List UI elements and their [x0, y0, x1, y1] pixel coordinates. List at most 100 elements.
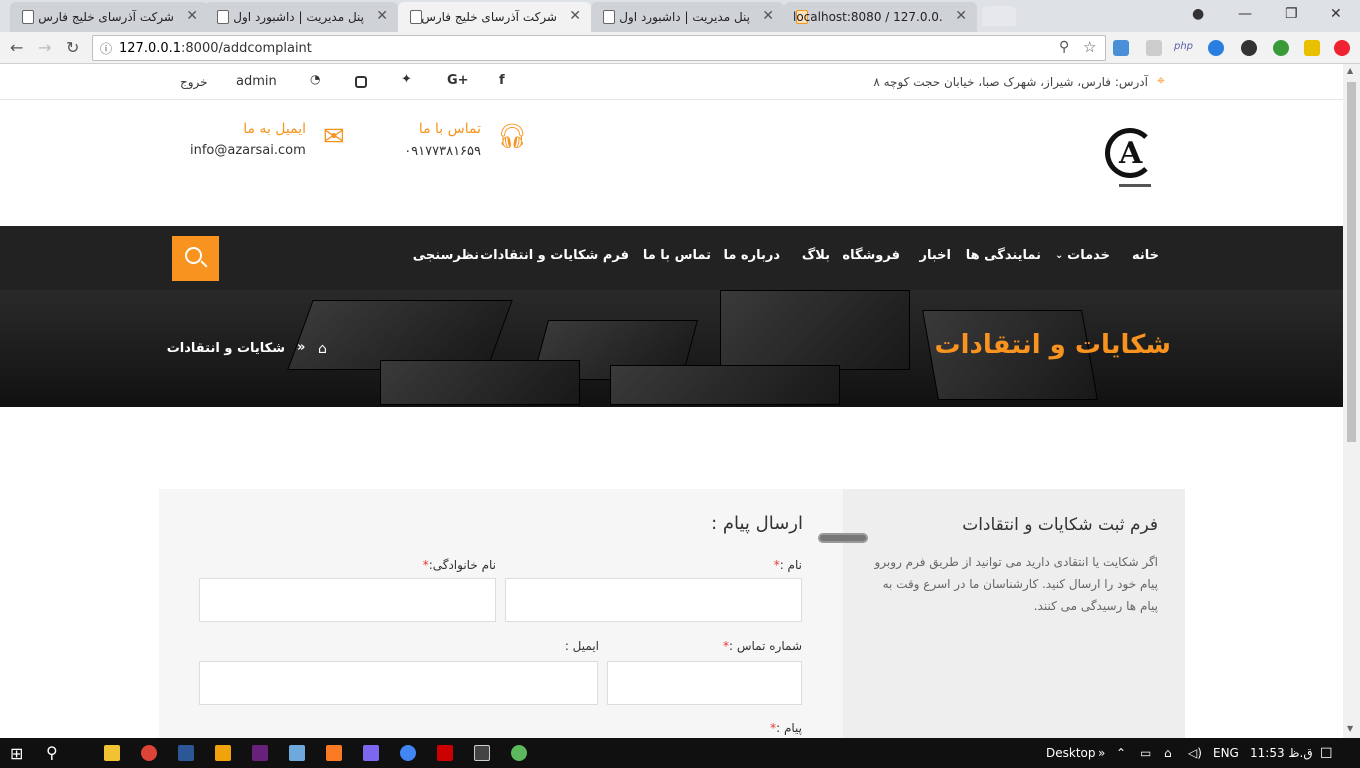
logout-link[interactable]: خروج: [180, 75, 208, 89]
nav-survey[interactable]: نظرسنجی: [413, 248, 479, 263]
chevron-icon[interactable]: »: [1098, 746, 1105, 760]
word-icon[interactable]: [178, 745, 194, 761]
paint-icon[interactable]: [511, 745, 527, 761]
tray-up-icon[interactable]: ⌃: [1116, 746, 1126, 760]
user-link[interactable]: admin: [236, 74, 277, 89]
browser-tabstrip: شرکت آذرسای خلیج فارس ✕ پنل مدیریت | داش…: [0, 0, 1360, 32]
email-input[interactable]: [199, 661, 598, 705]
phone-label: شماره تماس :*: [723, 639, 802, 653]
back-icon[interactable]: ←: [10, 38, 23, 57]
extension-icon[interactable]: [1146, 40, 1162, 56]
forward-icon[interactable]: →: [38, 38, 51, 57]
browser-tab-2[interactable]: پنل مدیریت | داشبورد اول ✕: [205, 2, 398, 32]
page-icon: [410, 10, 422, 24]
tab-title: پنل مدیریت | داشبورد اول: [619, 10, 750, 24]
nav-agencies[interactable]: نمایندگی ها: [966, 248, 1041, 263]
logo-letter: A: [1119, 136, 1143, 171]
file-explorer-icon[interactable]: [104, 745, 120, 761]
phone-input[interactable]: [607, 661, 802, 705]
scrollbar-thumb[interactable]: [1347, 82, 1356, 442]
chevron-down-icon[interactable]: ⌄: [1055, 250, 1063, 261]
scroll-down-icon[interactable]: ▼: [1347, 724, 1353, 733]
search-button[interactable]: [172, 236, 219, 281]
extension-icon[interactable]: [1113, 40, 1129, 56]
info-icon[interactable]: ⓘ: [100, 40, 112, 57]
nav-shop[interactable]: فروشگاه: [842, 248, 900, 263]
extension-icon[interactable]: [1334, 40, 1350, 56]
volume-icon[interactable]: ◁): [1188, 746, 1202, 760]
nav-about[interactable]: درباره ما: [723, 248, 780, 263]
top-info-bar: ⌖ آدرس: فارس، شیراز، شهرک صبا، خیابان حج…: [0, 64, 1343, 100]
close-icon[interactable]: ✕: [955, 8, 967, 24]
close-icon[interactable]: ✕: [762, 8, 774, 24]
reload-icon[interactable]: ↻: [66, 38, 79, 57]
media-player-icon[interactable]: [215, 745, 231, 761]
google-plus-icon[interactable]: G+: [447, 73, 469, 88]
minimize-icon[interactable]: —: [1238, 6, 1252, 22]
browser-toolbar: ← → ↻ ⓘ 127.0.0.1:8000/addcomplaint ⚲ ☆ …: [0, 32, 1360, 64]
tab-title: localhost:8080 / 127.0.0.1: [793, 10, 943, 24]
scroll-up-icon[interactable]: ▲: [1347, 66, 1353, 75]
extension-icon[interactable]: [1241, 40, 1257, 56]
extension-icon[interactable]: [1273, 40, 1289, 56]
extension-icon[interactable]: [1304, 40, 1320, 56]
rss-icon[interactable]: ◔: [310, 72, 320, 86]
nav-home[interactable]: خانه: [1132, 248, 1159, 263]
contact-phone: ۰۹۱۷۷۳۸۱۶۵۹: [404, 144, 481, 159]
zoom-search-icon[interactable]: ⚲: [1059, 39, 1069, 55]
first-name-input[interactable]: [505, 578, 802, 622]
hero-bg-shape: [610, 365, 840, 405]
search-icon[interactable]: ⚲: [46, 743, 58, 762]
browser-tab-1[interactable]: شرکت آذرسای خلیج فارس ✕: [10, 2, 208, 32]
close-icon[interactable]: ✕: [569, 8, 581, 24]
desktop-toolbar[interactable]: Desktop: [1046, 746, 1096, 760]
battery-icon[interactable]: ▭: [1140, 746, 1151, 760]
extension-icon[interactable]: [1208, 40, 1224, 56]
notifications-icon[interactable]: ☐: [1320, 746, 1333, 762]
instagram-icon[interactable]: [355, 76, 367, 88]
window-close-icon[interactable]: ✕: [1330, 6, 1342, 22]
page-title: شکایات و انتقادات: [934, 330, 1171, 360]
phpstorm-icon[interactable]: [363, 745, 379, 761]
profile-icon[interactable]: ●: [1192, 6, 1204, 22]
last-name-input[interactable]: [199, 578, 496, 622]
acrobat-icon[interactable]: [437, 745, 453, 761]
maximize-icon[interactable]: ❐: [1285, 6, 1298, 22]
email-label: ایمیل :: [564, 639, 599, 653]
twitter-icon[interactable]: ✦: [401, 72, 412, 87]
network-icon[interactable]: ⌂: [1164, 746, 1172, 760]
browser-tab-5[interactable]: localhost:8080 / 127.0.0.1 ✕: [784, 2, 977, 32]
visual-studio-icon[interactable]: [252, 745, 268, 761]
tab-title: شرکت آذرسای خلیج فارس: [421, 10, 557, 24]
remote-desktop-icon[interactable]: [289, 745, 305, 761]
site-logo[interactable]: A: [1105, 128, 1161, 198]
clock[interactable]: ق.ظ 11:53: [1250, 746, 1313, 760]
nav-complaints-form[interactable]: فرم شکایات و انتقادات: [480, 248, 629, 263]
browser-tab-active[interactable]: شرکت آذرسای خلیج فارس ✕: [398, 2, 591, 32]
nav-blog[interactable]: بلاگ: [802, 248, 830, 263]
search-icon-handle: [200, 260, 208, 268]
address-bar[interactable]: ⓘ 127.0.0.1:8000/addcomplaint ⚲ ☆: [92, 35, 1106, 61]
hero-bg-shape: [380, 360, 580, 405]
close-icon[interactable]: ✕: [376, 8, 388, 24]
browser-tab-4[interactable]: پنل مدیریت | داشبورد اول ✕: [591, 2, 784, 32]
windows-start-icon[interactable]: ⊞: [10, 744, 23, 763]
nav-contact[interactable]: تماس با ما: [643, 248, 711, 263]
xampp-icon[interactable]: [326, 745, 342, 761]
facebook-icon[interactable]: f: [499, 73, 505, 88]
php-extension-icon[interactable]: php: [1174, 41, 1193, 52]
main-nav: خانه خدمات ⌄ نمایندگی ها اخبار فروشگاه ب…: [0, 226, 1343, 290]
page-scrollbar[interactable]: ▲ ▼: [1343, 64, 1360, 738]
new-tab-button[interactable]: [982, 6, 1016, 26]
home-icon[interactable]: ⌂: [318, 341, 327, 357]
nav-services[interactable]: خدمات: [1067, 248, 1110, 263]
language-indicator[interactable]: ENG: [1213, 746, 1239, 760]
bookmark-star-icon[interactable]: ☆: [1083, 38, 1096, 56]
url-host: 127.0.0.1: [119, 41, 182, 56]
app-icon[interactable]: [400, 745, 416, 761]
nav-news[interactable]: اخبار: [920, 248, 952, 263]
close-icon[interactable]: ✕: [186, 8, 198, 24]
terminal-icon[interactable]: [474, 745, 490, 761]
contact-title: تماس با ما: [418, 121, 481, 137]
chrome-icon[interactable]: [141, 745, 157, 761]
